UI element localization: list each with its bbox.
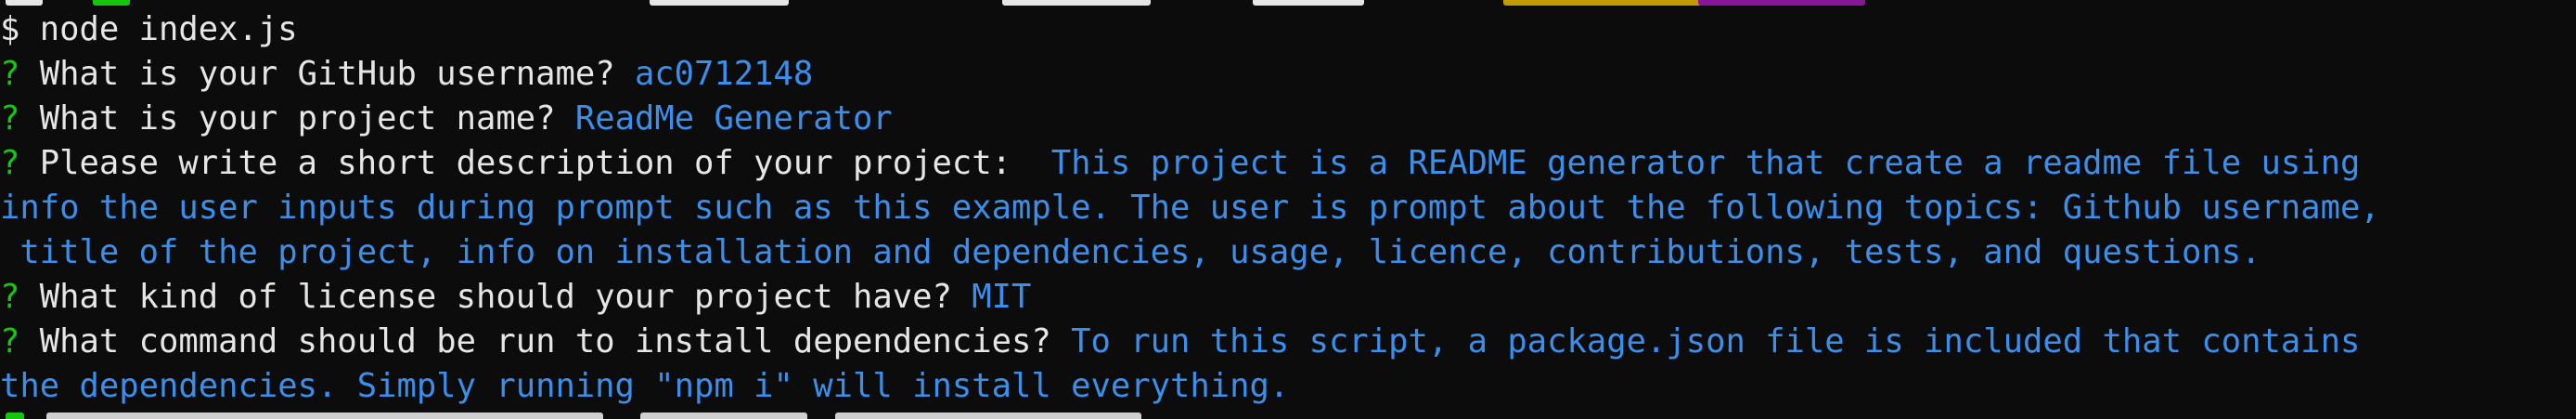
prompt-answer: ac0712148 [634, 55, 814, 93]
prompt-question: What is your GitHub username? [39, 55, 615, 93]
prompt-description: ? Please write a short description of yo… [0, 141, 2360, 186]
prompt-answer: This project is a README generator that … [1050, 144, 2361, 182]
prompt-question: What is your project name? [39, 99, 556, 137]
prompt-answer-wrap: the dependencies. Simply running "npm i"… [0, 367, 1290, 405]
question-marker-icon: ? [0, 144, 20, 182]
prompt-answer-wrap: title of the project, info on installati… [0, 233, 2261, 271]
shell-prompt-symbol: $ [0, 10, 20, 48]
question-marker-icon: ? [0, 55, 20, 93]
prompt-question: What kind of license should your project… [39, 278, 952, 316]
terminal-window[interactable]: $ node index.js ? What is your GitHub us… [0, 0, 2576, 419]
question-marker-icon: ? [0, 99, 20, 137]
prompt-github-username: ? What is your GitHub username? ac071214… [0, 52, 813, 97]
prompt-project-name: ? What is your project name? ReadMe Gene… [0, 97, 893, 141]
cut-off-top-line [0, 0, 2576, 9]
prompt-install-command: ? What command should be run to install … [0, 320, 2360, 364]
prompt-description-continued: title of the project, info on installati… [0, 230, 2261, 275]
question-marker-icon: ? [0, 278, 20, 316]
prompt-install-command-continued: the dependencies. Simply running "npm i"… [0, 364, 1289, 409]
prompt-question: Please write a short description of your… [39, 144, 1032, 182]
cut-off-bottom-line [0, 409, 2576, 419]
command-text: node index.js [39, 10, 298, 48]
command-line: $ node index.js [0, 7, 298, 52]
prompt-answer-wrap: info the user inputs during prompt such … [0, 189, 2380, 227]
prompt-answer: To run this script, a package.json file … [1071, 322, 2361, 360]
prompt-license: ? What kind of license should your proje… [0, 275, 1031, 320]
prompt-answer: ReadMe Generator [574, 99, 893, 137]
prompt-question: What command should be run to install de… [39, 322, 1051, 360]
question-marker-icon: ? [0, 322, 20, 360]
prompt-description-continued: info the user inputs during prompt such … [0, 186, 2380, 230]
prompt-answer: MIT [972, 278, 1032, 316]
